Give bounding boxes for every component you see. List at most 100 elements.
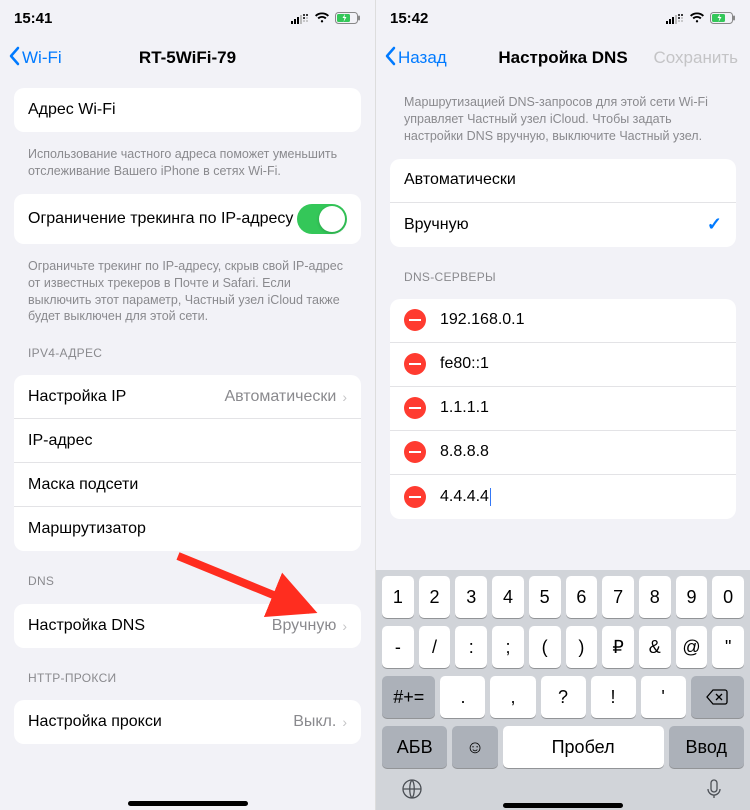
dns-info-text: Маршрутизацией DNS-запросов для этой сет… bbox=[376, 80, 750, 151]
key-enter[interactable]: Ввод bbox=[669, 726, 744, 768]
chevron-right-icon: › bbox=[342, 714, 347, 730]
screenshot-left: 15:41 Wi-Fi RT-5WiFi-79 Адрес Wi-Fi Испо… bbox=[0, 0, 375, 810]
ip-config-value: Автоматически bbox=[224, 388, 336, 406]
dns-header: DNS bbox=[0, 559, 375, 595]
server-row[interactable]: 8.8.8.8 bbox=[390, 431, 736, 475]
key-0[interactable]: 0 bbox=[712, 576, 744, 618]
dns-config-row[interactable]: Настройка DNS Вручную › bbox=[14, 604, 361, 648]
mode-auto-row[interactable]: Автоматически bbox=[390, 159, 736, 203]
delete-button[interactable] bbox=[404, 353, 426, 375]
key-:[interactable]: : bbox=[455, 626, 487, 668]
wifi-icon bbox=[314, 12, 330, 24]
chevron-left-icon bbox=[384, 46, 396, 71]
battery-icon bbox=[335, 12, 361, 24]
chevron-right-icon: › bbox=[342, 618, 347, 634]
key-symbols[interactable]: #+= bbox=[382, 676, 435, 718]
mic-icon[interactable] bbox=[701, 776, 727, 802]
dns-config-value: Вручную bbox=[272, 617, 337, 635]
delete-button[interactable] bbox=[404, 441, 426, 463]
key-&[interactable]: & bbox=[639, 626, 671, 668]
ip-config-row[interactable]: Настройка IP Автоматически › bbox=[14, 375, 361, 419]
key-;[interactable]: ; bbox=[492, 626, 524, 668]
key-emoji[interactable]: ☺ bbox=[452, 726, 497, 768]
mode-auto-label: Автоматически bbox=[404, 171, 722, 189]
back-button[interactable]: Wi-Fi bbox=[8, 46, 62, 71]
dual-sim-icon bbox=[291, 12, 309, 24]
chevron-right-icon: › bbox=[342, 389, 347, 405]
key-9[interactable]: 9 bbox=[676, 576, 708, 618]
proxy-config-row[interactable]: Настройка прокси Выкл. › bbox=[14, 700, 361, 744]
dual-sim-icon bbox=[666, 12, 684, 24]
tracking-toggle[interactable] bbox=[297, 204, 347, 234]
server-address[interactable]: 192.168.0.1 bbox=[440, 311, 722, 329]
server-row[interactable]: 1.1.1.1 bbox=[390, 387, 736, 431]
key-backspace[interactable] bbox=[691, 676, 744, 718]
save-button[interactable]: Сохранить bbox=[654, 48, 738, 68]
tracking-footer: Ограничьте трекинг по IP-адресу, скрыв с… bbox=[0, 252, 375, 332]
key-@[interactable]: @ bbox=[676, 626, 708, 668]
server-address[interactable]: 1.1.1.1 bbox=[440, 399, 722, 417]
key-([interactable]: ( bbox=[529, 626, 561, 668]
delete-button[interactable] bbox=[404, 486, 426, 508]
ip-address-label: IP-адрес bbox=[28, 432, 347, 450]
key-2[interactable]: 2 bbox=[419, 576, 451, 618]
key-'[interactable]: ' bbox=[641, 676, 686, 718]
key-3[interactable]: 3 bbox=[455, 576, 487, 618]
screenshot-right: 15:42 Назад Настройка DNS Сохранить Марш… bbox=[375, 0, 750, 810]
proxy-config-label: Настройка прокси bbox=[28, 713, 293, 731]
key-space[interactable]: Пробел bbox=[503, 726, 664, 768]
server-row[interactable]: fe80::1 bbox=[390, 343, 736, 387]
tracking-row[interactable]: Ограничение трекинга по IP-адресу bbox=[14, 194, 361, 244]
server-address[interactable]: 4.4.4.4 bbox=[440, 488, 722, 506]
dns-config-label: Настройка DNS bbox=[28, 617, 272, 635]
key-₽[interactable]: ₽ bbox=[602, 626, 634, 668]
key-abc[interactable]: АБВ bbox=[382, 726, 447, 768]
server-address[interactable]: fe80::1 bbox=[440, 355, 722, 373]
server-row[interactable]: 4.4.4.4 bbox=[390, 475, 736, 519]
ipv4-header: IPV4-АДРЕС bbox=[0, 331, 375, 367]
server-row[interactable]: 192.168.0.1 bbox=[390, 299, 736, 343]
servers-header: DNS-СЕРВЕРЫ bbox=[376, 255, 750, 291]
key-/[interactable]: / bbox=[419, 626, 451, 668]
wifi-address-footer: Использование частного адреса поможет ум… bbox=[0, 140, 375, 186]
battery-icon bbox=[710, 12, 736, 24]
key-4[interactable]: 4 bbox=[492, 576, 524, 618]
router-row[interactable]: Маршрутизатор bbox=[14, 507, 361, 551]
proxy-config-value: Выкл. bbox=[293, 713, 336, 731]
nav-bar: Назад Настройка DNS Сохранить bbox=[376, 36, 750, 80]
router-label: Маршрутизатор bbox=[28, 520, 347, 538]
tracking-label: Ограничение трекинга по IP-адресу bbox=[28, 209, 297, 229]
key--[interactable]: - bbox=[382, 626, 414, 668]
globe-icon[interactable] bbox=[399, 776, 425, 802]
chevron-left-icon bbox=[8, 46, 20, 71]
key-,[interactable]: , bbox=[490, 676, 535, 718]
key-1[interactable]: 1 bbox=[382, 576, 414, 618]
delete-button[interactable] bbox=[404, 309, 426, 331]
emoji-icon: ☺ bbox=[466, 737, 484, 758]
key-5[interactable]: 5 bbox=[529, 576, 561, 618]
delete-button[interactable] bbox=[404, 397, 426, 419]
key-7[interactable]: 7 bbox=[602, 576, 634, 618]
status-time: 15:42 bbox=[390, 10, 428, 27]
wifi-address-row[interactable]: Адрес Wi-Fi bbox=[14, 88, 361, 132]
mode-manual-label: Вручную bbox=[404, 216, 707, 234]
nav-bar: Wi-Fi RT-5WiFi-79 bbox=[0, 36, 375, 80]
key-)[interactable]: ) bbox=[566, 626, 598, 668]
subnet-row[interactable]: Маска подсети bbox=[14, 463, 361, 507]
server-address[interactable]: 8.8.8.8 bbox=[440, 443, 722, 461]
back-button[interactable]: Назад bbox=[384, 46, 447, 71]
back-label: Назад bbox=[398, 48, 447, 68]
status-bar: 15:41 bbox=[0, 0, 375, 36]
key-?[interactable]: ? bbox=[541, 676, 586, 718]
key-6[interactable]: 6 bbox=[566, 576, 598, 618]
wifi-icon bbox=[689, 12, 705, 24]
key-"[interactable]: " bbox=[712, 626, 744, 668]
content-scroll[interactable]: Маршрутизацией DNS-запросов для этой сет… bbox=[376, 80, 750, 550]
ip-address-row[interactable]: IP-адрес bbox=[14, 419, 361, 463]
content-scroll[interactable]: Адрес Wi-Fi Использование частного адрес… bbox=[0, 80, 375, 810]
ip-config-label: Настройка IP bbox=[28, 388, 224, 406]
key-.[interactable]: . bbox=[440, 676, 485, 718]
key-![interactable]: ! bbox=[591, 676, 636, 718]
key-8[interactable]: 8 bbox=[639, 576, 671, 618]
mode-manual-row[interactable]: Вручную ✓ bbox=[390, 203, 736, 247]
